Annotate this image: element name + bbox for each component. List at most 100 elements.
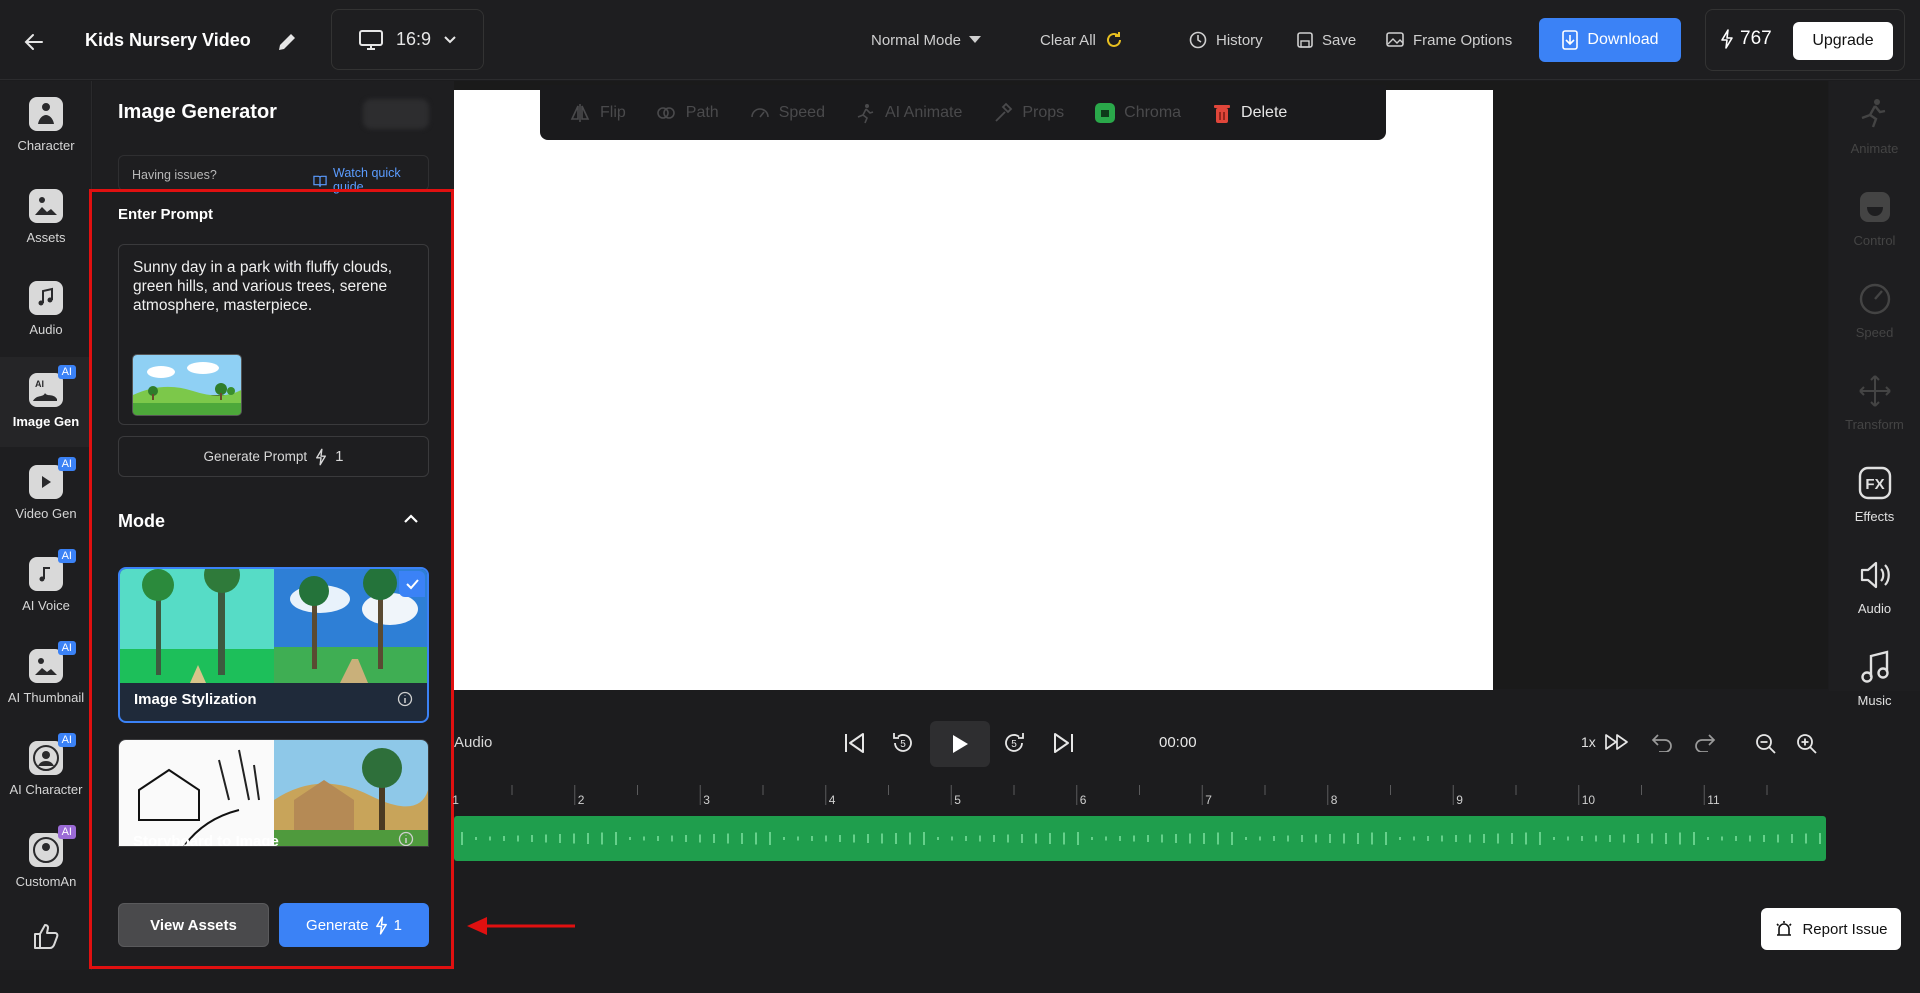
ai-voice-icon: AI <box>29 549 76 591</box>
mode-select[interactable]: Normal Mode <box>871 26 982 54</box>
rewind-5-icon[interactable]: 5 <box>890 730 916 756</box>
book-icon <box>313 175 327 187</box>
rail-item-label: AI Character <box>9 782 83 797</box>
right-rail-label: Music <box>1857 693 1892 708</box>
right-rail-audio[interactable]: Audio <box>1829 541 1920 631</box>
reference-image-thumbnail[interactable] <box>132 354 242 416</box>
timeline-ruler[interactable]: 1 2 3 4 5 6 7 8 9 10 11 <box>452 785 1828 807</box>
rail-item-ai-thumbnail[interactable]: AI AI Thumbnail <box>0 633 92 723</box>
tool-delete[interactable]: Delete <box>1211 102 1287 124</box>
rail-item-ai-voice[interactable]: AI AI Voice <box>0 541 92 631</box>
clear-all-button[interactable]: Clear All <box>1040 26 1124 54</box>
chroma-icon <box>1095 102 1116 123</box>
edit-pencil-icon[interactable] <box>276 28 298 56</box>
svg-text:AI: AI <box>35 379 44 389</box>
tool-flip[interactable]: Flip <box>570 102 626 124</box>
ai-badge: AI <box>57 549 76 563</box>
back-arrow-icon[interactable] <box>24 28 44 56</box>
flip-icon <box>570 103 590 122</box>
rail-item-label: Assets <box>26 230 66 245</box>
rail-item-audio[interactable]: Audio <box>0 265 92 355</box>
right-rail-effects[interactable]: FX Effects <box>1829 449 1920 539</box>
rail-item-ai-character[interactable]: AI AI Character <box>0 725 92 815</box>
history-label: History <box>1216 31 1263 49</box>
rail-item-label: Image Gen <box>12 414 80 429</box>
mode-card-storyboard-to-image[interactable]: Storyboard to Image <box>118 739 429 847</box>
storyboard-preview-image <box>119 740 428 846</box>
right-rail-label: Control <box>1853 233 1896 248</box>
frame-options-button[interactable]: Frame Options <box>1385 26 1512 54</box>
generate-prompt-button[interactable]: Generate Prompt 1 <box>118 436 429 477</box>
audio-track-clip[interactable] <box>454 816 1826 861</box>
redo-icon[interactable] <box>1693 732 1717 752</box>
forward-5-icon[interactable]: 5 <box>1001 730 1027 756</box>
ai-badge: AI <box>57 641 76 655</box>
rail-item-label: Video Gen <box>15 506 77 521</box>
svg-text:FX: FX <box>1865 476 1884 493</box>
chevron-up-icon[interactable] <box>403 513 419 525</box>
tool-props[interactable]: Props <box>992 102 1064 124</box>
aspect-ratio-select[interactable]: 16:9 <box>331 9 484 70</box>
fast-forward-icon[interactable] <box>1604 732 1630 752</box>
play-button[interactable] <box>930 721 990 767</box>
control-icon <box>1857 189 1893 225</box>
undo-icon[interactable] <box>1650 732 1674 752</box>
rail-item-image-gen[interactable]: AI AI Image Gen <box>0 357 92 447</box>
right-rail-music[interactable]: Music <box>1829 633 1920 723</box>
save-button[interactable]: Save <box>1296 26 1356 54</box>
blurred-control <box>363 99 429 129</box>
zoom-out-icon[interactable] <box>1754 732 1778 756</box>
right-rail-label: Audio <box>1857 601 1892 616</box>
right-rail-label: Animate <box>1850 141 1899 156</box>
download-icon <box>1562 30 1579 50</box>
rail-item-video-gen[interactable]: AI Video Gen <box>0 449 92 539</box>
lightning-icon <box>375 915 387 935</box>
rail-item-feedback[interactable] <box>0 903 92 993</box>
history-button[interactable]: History <box>1188 26 1263 54</box>
rail-item-assets[interactable]: Assets <box>0 173 92 263</box>
right-rail-transform[interactable]: Transform <box>1829 357 1920 447</box>
mode-card-image-stylization[interactable]: Image Stylization <box>118 567 429 723</box>
svg-text:5: 5 <box>1011 739 1017 750</box>
tool-label: Speed <box>778 103 825 121</box>
right-rail-speed[interactable]: Speed <box>1829 265 1920 355</box>
alarm-icon <box>1776 921 1793 936</box>
skip-end-icon[interactable] <box>1052 732 1076 754</box>
rail-item-character[interactable]: Character <box>0 81 92 171</box>
right-rail-label: Transform <box>1845 417 1904 432</box>
zoom-in-icon[interactable] <box>1795 732 1819 756</box>
prompt-textarea[interactable]: Sunny day in a park with fluffy clouds, … <box>118 244 429 425</box>
generate-cost: 1 <box>393 916 402 934</box>
download-button[interactable]: Download <box>1539 18 1681 62</box>
playback-speed[interactable]: 1x <box>1581 734 1596 750</box>
upgrade-button[interactable]: Upgrade <box>1793 22 1893 60</box>
stylization-preview-image <box>120 569 427 683</box>
ruler-tick-label: 7 <box>1205 793 1212 807</box>
info-icon[interactable] <box>398 831 414 846</box>
transform-icon <box>1857 373 1893 409</box>
credits-counter: 767 <box>1720 28 1772 50</box>
info-icon[interactable] <box>397 691 413 707</box>
tool-ai-animate[interactable]: AI Animate <box>855 102 962 124</box>
video-canvas[interactable] <box>454 90 1493 690</box>
right-rail-control[interactable]: Control <box>1829 173 1920 263</box>
audio-waveform <box>461 832 1821 845</box>
help-banner: Having issues? Watch quick guide <box>118 155 429 194</box>
generate-prompt-label: Generate Prompt <box>203 449 308 464</box>
project-title: Kids Nursery Video <box>85 29 251 50</box>
ruler-tick-label: 1 <box>452 793 459 807</box>
tool-speed[interactable]: Speed <box>749 102 825 124</box>
skip-start-icon[interactable] <box>842 732 866 754</box>
report-issue-button[interactable]: Report Issue <box>1761 908 1901 950</box>
tool-chroma[interactable]: Chroma <box>1094 102 1181 124</box>
view-assets-button[interactable]: View Assets <box>118 903 269 947</box>
tool-path[interactable]: Path <box>656 102 719 124</box>
generate-button[interactable]: Generate 1 <box>279 903 429 947</box>
tool-label: Path <box>685 103 719 121</box>
ruler-tick-label: 3 <box>703 793 710 807</box>
caret-down-icon <box>969 36 982 43</box>
right-rail-animate[interactable]: Animate <box>1829 81 1920 171</box>
watch-guide-link[interactable]: Watch quick guide <box>313 166 428 194</box>
rail-item-customan[interactable]: AI CustomAn <box>0 817 92 907</box>
canvas-area: Flip Path Speed AI Animate Props Chroma Delete <box>454 81 1828 690</box>
